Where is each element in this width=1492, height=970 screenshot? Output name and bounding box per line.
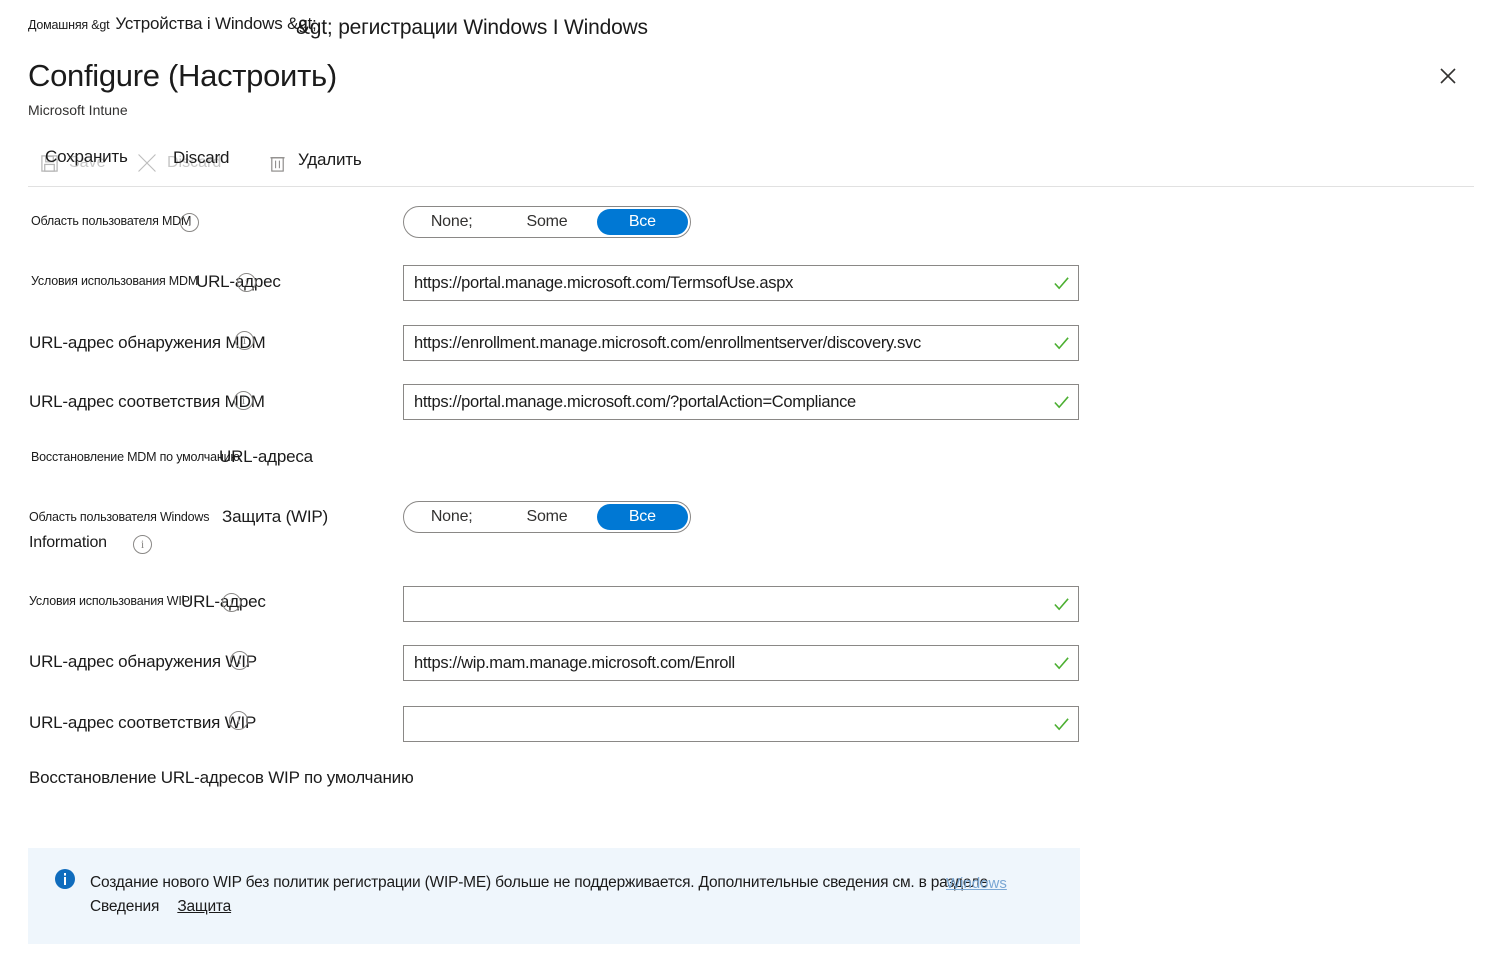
- mdm-discovery-field[interactable]: [403, 325, 1079, 361]
- delete-button[interactable]: [266, 143, 288, 183]
- info-banner-windows-link[interactable]: Windows: [946, 875, 1007, 892]
- wip-user-scope-info-icon[interactable]: i: [133, 535, 152, 554]
- mdm-restore-label-small[interactable]: Восстановление MDM по умолчанию: [31, 450, 240, 464]
- wip-user-scope-option-some[interactable]: Some: [501, 504, 592, 530]
- valid-check-icon: [1044, 596, 1078, 613]
- mdm-user-scope-info-icon[interactable]: i: [180, 213, 199, 232]
- command-bar-divider: [28, 186, 1474, 187]
- mdm-user-scope-option-some[interactable]: Some: [501, 209, 592, 235]
- close-icon[interactable]: [1432, 60, 1464, 92]
- mdm-terms-of-use-field[interactable]: [403, 265, 1079, 301]
- wip-terms-of-use-label-small: Условия использования WIP: [29, 594, 190, 608]
- mdm-terms-of-use-input[interactable]: [404, 273, 1044, 293]
- mdm-discovery-label: URL-адрес обнаружения MDM: [29, 333, 266, 352]
- wip-compliance-input[interactable]: [404, 714, 1044, 734]
- mdm-user-scope-toggle[interactable]: None; Some Все: [403, 206, 691, 238]
- wip-discovery-label: URL-адрес обнаружения WIP: [29, 652, 257, 671]
- command-bar: Save Discard: [28, 143, 1474, 187]
- valid-check-icon: [1044, 275, 1078, 292]
- page-subtitle: Microsoft Intune: [28, 102, 128, 118]
- page-title: Configure (Настроить): [28, 58, 337, 93]
- valid-check-icon: [1044, 394, 1078, 411]
- wip-compliance-info-icon[interactable]: i: [229, 711, 248, 730]
- wip-terms-of-use-input[interactable]: [404, 594, 1044, 614]
- mdm-user-scope-option-all[interactable]: Все: [596, 209, 688, 235]
- mdm-compliance-field[interactable]: [403, 384, 1079, 420]
- discard-button-label[interactable]: Discard: [173, 148, 229, 168]
- wip-restore-label[interactable]: Восстановление URL-адресов WIP по умолча…: [29, 768, 414, 788]
- breadcrumb: Домашняя &gt Устройства i Windows &gt;: [28, 14, 317, 44]
- wip-user-scope-option-none[interactable]: None;: [406, 504, 497, 530]
- wip-user-scope-label-line2: Information: [29, 534, 107, 551]
- mdm-discovery-info-icon[interactable]: i: [235, 331, 254, 350]
- wip-discovery-input[interactable]: [404, 653, 1044, 673]
- info-filled-icon: [54, 868, 76, 890]
- mdm-user-scope-option-none[interactable]: None;: [406, 209, 497, 235]
- mdm-terms-of-use-info-icon[interactable]: i: [237, 273, 256, 292]
- mdm-user-scope-label: Область пользователя MDM: [31, 214, 192, 228]
- info-banner-line2: Сведения Защита: [90, 898, 257, 916]
- delete-button-label[interactable]: Удалить: [298, 150, 362, 170]
- info-banner-line1: Создание нового WIP без политик регистра…: [90, 874, 988, 891]
- wip-discovery-info-icon[interactable]: i: [230, 651, 249, 670]
- mdm-terms-of-use-label-small: Условия использования MDM: [31, 274, 199, 288]
- valid-check-icon: [1044, 655, 1078, 672]
- valid-check-icon: [1044, 335, 1078, 352]
- info-banner-line2-prefix: Сведения: [90, 898, 160, 915]
- valid-check-icon: [1044, 716, 1078, 733]
- wip-user-scope-label-small: Область пользователя Windows: [29, 510, 210, 524]
- wip-user-scope-label: Защита (WIP): [222, 507, 329, 526]
- wip-discovery-field[interactable]: [403, 645, 1079, 681]
- info-banner-protection-link[interactable]: Защита: [177, 898, 257, 915]
- close-x-icon: [136, 152, 158, 174]
- wip-terms-of-use-field[interactable]: [403, 586, 1079, 622]
- trash-icon: [266, 152, 288, 174]
- wip-user-scope-toggle[interactable]: None; Some Все: [403, 501, 691, 533]
- info-banner: Создание нового WIP без политик регистра…: [28, 848, 1080, 944]
- save-button-label[interactable]: Сохранить: [45, 147, 128, 167]
- mdm-compliance-info-icon[interactable]: i: [234, 391, 253, 410]
- breadcrumb-item-home[interactable]: Домашняя &gt: [28, 18, 110, 32]
- mdm-restore-label[interactable]: URL-адреса: [219, 447, 313, 467]
- wip-user-scope-option-all[interactable]: Все: [596, 504, 688, 530]
- wip-terms-of-use-info-icon[interactable]: i: [222, 593, 241, 612]
- wip-compliance-label: URL-адрес соответствия WIP: [29, 713, 257, 732]
- mdm-compliance-label: URL-адрес соответствия MDM: [29, 392, 265, 411]
- breadcrumb-item-devices[interactable]: Устройства i Windows &gt;: [115, 14, 316, 33]
- mdm-discovery-input[interactable]: [404, 333, 1044, 353]
- mdm-compliance-input[interactable]: [404, 392, 1044, 412]
- wip-compliance-field[interactable]: [403, 706, 1079, 742]
- breadcrumb-item-enrollment[interactable]: &gt; регистрации Windows I Windows: [296, 16, 648, 40]
